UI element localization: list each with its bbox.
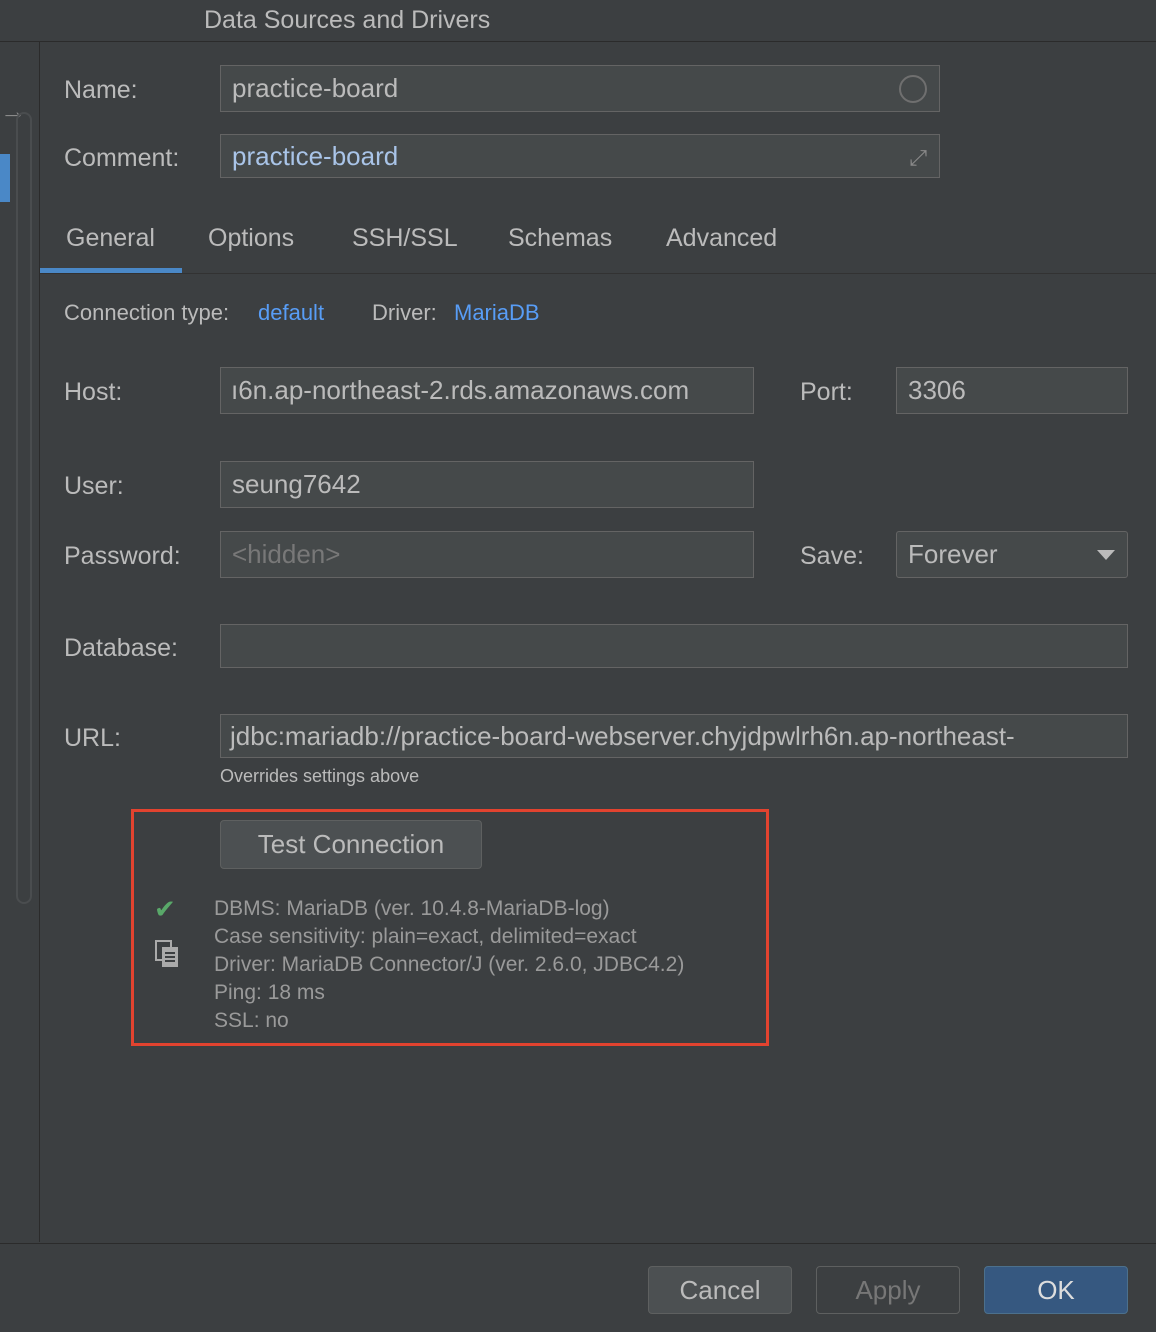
ok-label: OK (1037, 1274, 1075, 1305)
connection-type-label: Connection type: (64, 300, 230, 325)
tab-advanced[interactable]: Advanced (666, 224, 777, 253)
result-ssl: SSL: no (214, 1009, 289, 1032)
color-circle-icon[interactable] (899, 75, 927, 103)
host-value: ı6n.ap-northeast-2.rds.amazonaws.com (231, 375, 690, 405)
comment-field[interactable]: practice-board ⤢ (220, 134, 940, 178)
user-input[interactable]: seung7642 (220, 461, 754, 508)
driver-link[interactable]: MariaDB (454, 300, 540, 326)
driver-label: Driver: (372, 300, 437, 325)
check-icon: ✔ (154, 894, 176, 924)
expand-icon[interactable]: ⤢ (909, 145, 927, 171)
save-dropdown[interactable]: Forever (896, 531, 1128, 578)
tab-bar: General Options SSH/SSL Schemas Advanced (40, 214, 1156, 274)
tab-general[interactable]: General (66, 224, 155, 253)
copy-icon[interactable] (155, 940, 179, 968)
user-label: User: (64, 472, 124, 500)
tab-ssh-ssl[interactable]: SSH/SSL (352, 224, 458, 253)
database-input[interactable] (220, 624, 1128, 668)
port-input[interactable]: 3306 (896, 367, 1128, 414)
save-value: Forever (908, 539, 998, 569)
cancel-button[interactable]: Cancel (648, 1266, 792, 1314)
cancel-label: Cancel (679, 1274, 761, 1305)
save-label: Save: (800, 542, 864, 570)
name-label: Name: (64, 76, 138, 104)
url-label: URL: (64, 724, 121, 752)
url-input[interactable]: jdbc:mariadb://practice-board-webserver.… (220, 714, 1128, 758)
password-placeholder: <hidden> (232, 539, 341, 569)
tab-options[interactable]: Options (208, 224, 294, 253)
tab-schemas[interactable]: Schemas (508, 224, 612, 253)
url-value: jdbc:mariadb://practice-board-webserver.… (230, 720, 1015, 751)
sidebar-selection-indicator (0, 154, 10, 202)
name-field[interactable]: practice-board (220, 65, 940, 112)
test-connection-button[interactable]: Test Connection (220, 820, 482, 869)
ok-button[interactable]: OK (984, 1266, 1128, 1314)
test-connection-label: Test Connection (257, 829, 445, 859)
dialog-footer (0, 1243, 1156, 1332)
sidebar-scrollbar[interactable] (16, 112, 32, 904)
user-value: seung7642 (232, 469, 361, 499)
port-label: Port: (800, 378, 853, 406)
apply-button[interactable]: Apply (816, 1266, 960, 1314)
host-label: Host: (64, 378, 123, 406)
data-sources-sidebar: → (0, 42, 40, 1242)
chevron-down-icon (1097, 550, 1115, 560)
title-bar: Data Sources and Drivers (0, 0, 1156, 42)
password-label: Password: (64, 542, 181, 570)
comment-label: Comment: (64, 144, 180, 172)
active-tab-indicator (40, 268, 182, 273)
result-case-sensitivity: Case sensitivity: plain=exact, delimited… (214, 925, 637, 948)
database-label: Database: (64, 634, 178, 662)
window-title: Data Sources and Drivers (204, 6, 491, 34)
port-value: 3306 (908, 375, 966, 405)
password-input[interactable]: <hidden> (220, 531, 754, 578)
host-input[interactable]: ı6n.ap-northeast-2.rds.amazonaws.com (220, 367, 754, 414)
result-driver: Driver: MariaDB Connector/J (ver. 2.6.0,… (214, 953, 685, 976)
result-dbms: DBMS: MariaDB (ver. 10.4.8-MariaDB-log) (214, 897, 610, 920)
result-ping: Ping: 18 ms (214, 981, 325, 1004)
name-value: practice-board (232, 73, 399, 103)
connection-type-link[interactable]: default (258, 300, 324, 326)
apply-label: Apply (855, 1274, 921, 1305)
url-hint: Overrides settings above (220, 766, 420, 786)
comment-value: practice-board (232, 140, 399, 171)
